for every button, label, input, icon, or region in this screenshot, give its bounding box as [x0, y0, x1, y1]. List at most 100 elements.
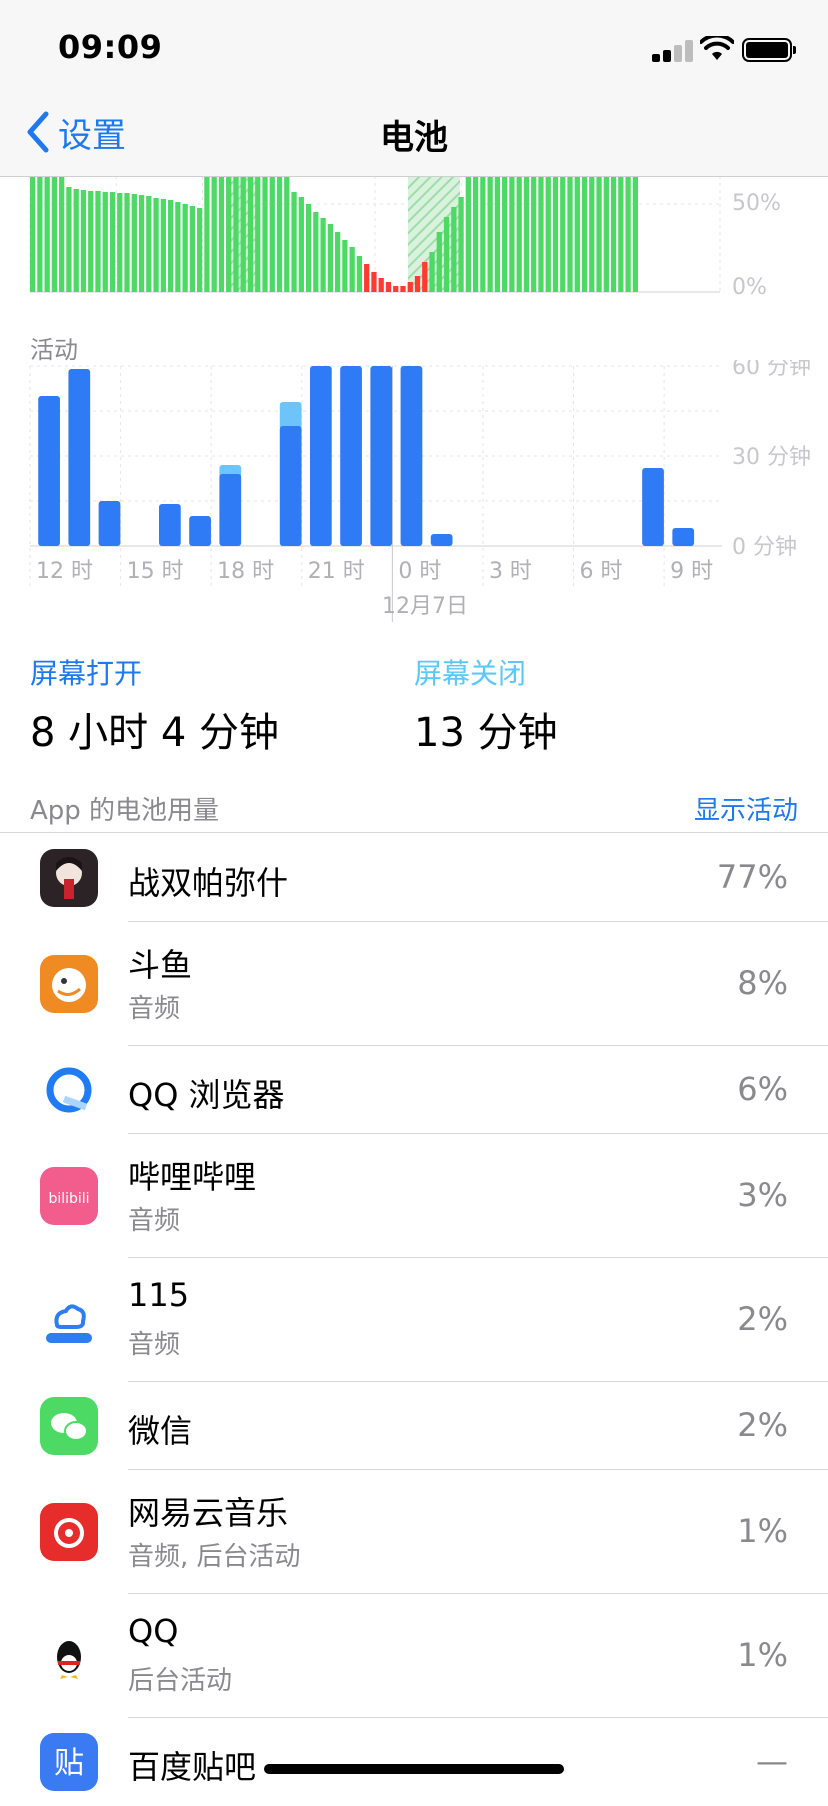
battery-level-bar: [422, 262, 428, 292]
baidu-tieba-icon: 贴: [40, 1733, 98, 1791]
battery-level-bar: [596, 176, 602, 292]
svg-text:bilibili: bilibili: [48, 1191, 89, 1207]
activity-ytick-60: 60 分钟: [732, 360, 811, 380]
app-battery-percent: 2%: [737, 1300, 788, 1338]
bilibili-icon: bilibili: [40, 1167, 98, 1225]
battery-level-bar: [480, 176, 486, 292]
app-name: QQ: [128, 1612, 179, 1650]
battery-level-bar: [320, 218, 326, 292]
activity-xtick: 0 时: [398, 559, 441, 584]
app-activity-type: 后台活动: [128, 1666, 233, 1696]
app-battery-percent: 6%: [737, 1070, 788, 1108]
activity-xtick: 21 时: [308, 559, 365, 584]
battery-level-bar: [560, 176, 566, 292]
battery-level-bar: [581, 176, 588, 292]
battery-level-bar: [472, 176, 479, 292]
battery-level-bar: [356, 256, 363, 292]
app-usage-row[interactable]: QQ 浏览器 6%: [0, 1046, 828, 1134]
battery-level-bar: [276, 176, 283, 292]
battery-level-bar: [80, 190, 87, 292]
activity-bar-screen-on: [400, 366, 423, 546]
battery-level-bar: [88, 191, 94, 292]
page-title: 电池: [380, 118, 448, 158]
home-indicator[interactable]: [264, 1764, 564, 1774]
activity-bar-screen-on: [38, 396, 60, 546]
app-activity-type: 音频: [128, 1330, 181, 1360]
battery-level-bar: [407, 282, 413, 292]
svg-text:贴: 贴: [54, 1746, 84, 1781]
activity-bar-screen-on: [98, 501, 121, 546]
app-usage-row[interactable]: 战双帕弥什 77%: [0, 834, 828, 922]
divider: [0, 832, 828, 833]
app-usage-row[interactable]: bilibili 哔哩哔哩 音频 3%: [0, 1134, 828, 1258]
battery-level-bar: [30, 176, 36, 292]
battery-level-bar: [632, 176, 638, 292]
activity-xtick: 18 时: [217, 559, 274, 584]
app-usage-row[interactable]: QQ 后台活动 1%: [0, 1594, 828, 1718]
battery-level-bar: [574, 176, 580, 292]
app-activity-type: 音频, 后台活动: [128, 1542, 301, 1572]
activity-bar-screen-on: [340, 366, 362, 546]
battery-level-bar: [284, 176, 290, 292]
activity-bar-screen-on: [430, 534, 453, 546]
battery-level-bar: [443, 217, 450, 292]
app-usage-row[interactable]: 网易云音乐 音频, 后台活动 1%: [0, 1470, 828, 1594]
battery-status-icon: [742, 38, 796, 62]
app-usage-header: App 的电池用量 显示活动: [30, 790, 798, 826]
battery-level-bar: [124, 193, 130, 292]
wifi-icon: [700, 36, 734, 60]
app-usage-row[interactable]: 115 音频 2%: [0, 1258, 828, 1382]
activity-bar-screen-on: [370, 366, 393, 546]
app-usage-row[interactable]: 斗鱼 音频 8%: [0, 922, 828, 1046]
battery-level-bar: [269, 176, 275, 292]
battery-level-bar: [494, 176, 501, 292]
activity-xtick: 3 时: [489, 559, 532, 584]
battery-level-bar: [189, 206, 196, 292]
app-usage-row[interactable]: 贴 百度贴吧 —: [0, 1718, 828, 1806]
app-battery-percent: 3%: [737, 1176, 788, 1214]
activity-bar-screen-on: [309, 366, 332, 546]
app-battery-percent: 77%: [716, 858, 788, 896]
show-activity-button[interactable]: 显示活动: [694, 790, 798, 827]
app-activity-type: 音频: [128, 994, 181, 1024]
activity-ytick-0: 0 分钟: [732, 535, 797, 560]
activity-bar-screen-on: [279, 426, 302, 546]
battery-level-bar: [131, 194, 137, 292]
battery-level-bar: [197, 208, 203, 292]
app-name: 哔哩哔哩: [128, 1158, 257, 1196]
activity-bar-screen-on: [68, 369, 91, 546]
activity-xtick: 9 时: [670, 559, 713, 584]
battery-level-bar: [95, 191, 101, 292]
app-usage-row[interactable]: 微信 2%: [0, 1382, 828, 1470]
battery-level-bar: [400, 286, 406, 292]
navigation-bar: 09:09 设置 电池: [0, 0, 828, 177]
battery-level-bar: [138, 195, 145, 292]
battery-level-bar: [625, 176, 631, 292]
battery-level-bar: [37, 176, 43, 292]
battery-level-bar: [51, 176, 58, 292]
battery-level-bar: [603, 176, 609, 292]
punishing-gray-raven-icon: [40, 849, 98, 907]
wechat-icon: [40, 1397, 98, 1455]
battery-level-bar: [255, 176, 261, 292]
battery-level-bar: [538, 176, 544, 292]
screen-on-value: 8 小时 4 分钟: [30, 710, 280, 756]
qq-browser-icon: [40, 1061, 98, 1119]
app-name: 网易云音乐: [128, 1494, 289, 1532]
battery-level-bar: [167, 200, 174, 292]
battery-ytick-0: 0%: [732, 275, 767, 300]
activity-bar-screen-on: [189, 516, 211, 546]
battery-level-bar: [233, 176, 239, 292]
battery-level-bar: [247, 176, 254, 292]
battery-level-bar: [509, 176, 515, 292]
app-battery-percent: 2%: [737, 1406, 788, 1444]
app-name: 战双帕弥什: [128, 864, 289, 902]
app-usage-title: App 的电池用量: [30, 796, 220, 826]
battery-level-bar: [313, 212, 319, 292]
battery-level-bar: [516, 176, 522, 292]
qq-icon: [40, 1627, 98, 1685]
battery-level-bar: [589, 176, 595, 292]
battery-level-bar: [211, 176, 217, 292]
battery-level-bar: [545, 176, 551, 292]
battery-level-bar: [610, 176, 617, 292]
